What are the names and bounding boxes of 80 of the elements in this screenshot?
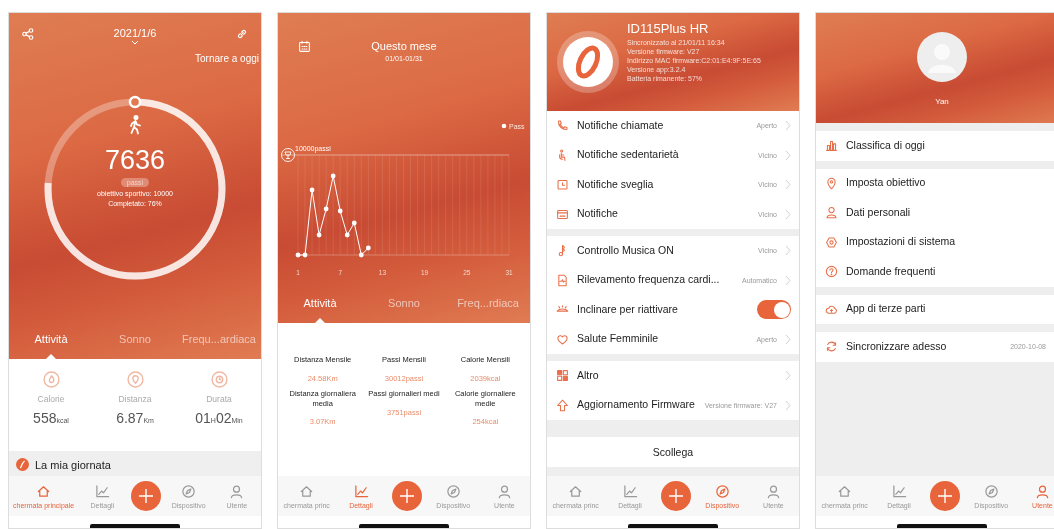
tab[interactable]: Freq...rdiaca xyxy=(446,295,530,323)
setting-label: Inclinare per riattivare xyxy=(577,303,679,316)
logo-icon xyxy=(16,458,29,471)
calendar-icon xyxy=(298,40,311,53)
line-chart-icon xyxy=(891,483,907,499)
home-icon xyxy=(837,483,853,499)
clock-icon xyxy=(210,371,228,388)
alarm-clock-icon xyxy=(556,178,569,192)
up-arrow-icon xyxy=(556,398,569,412)
settings-icon xyxy=(825,235,838,249)
person-icon xyxy=(765,483,781,499)
chevron-right-icon xyxy=(785,274,791,286)
chevron-right-icon xyxy=(785,120,791,132)
sitting-person-icon xyxy=(556,148,569,162)
chevron-right-icon xyxy=(785,245,791,257)
location-pin-icon xyxy=(825,176,838,190)
step-count: 7636 xyxy=(104,147,166,174)
sync-icon xyxy=(825,340,838,354)
line-chart-icon xyxy=(353,483,369,499)
plus-icon xyxy=(136,487,155,505)
heart-rate-icon xyxy=(556,273,569,287)
chevron-down-icon[interactable] xyxy=(131,40,139,45)
plus-icon xyxy=(936,487,955,505)
location-pin-icon xyxy=(126,371,144,388)
add-button[interactable] xyxy=(392,481,423,511)
person-icon xyxy=(496,483,512,499)
tab[interactable]: Attività xyxy=(9,331,93,359)
tab[interactable]: Frequ...ardiaca xyxy=(177,331,261,359)
disconnect-button[interactable]: Scollega xyxy=(547,437,799,467)
chevron-right-icon xyxy=(785,208,791,220)
add-button[interactable] xyxy=(930,481,961,511)
home-icon xyxy=(36,483,52,499)
walking-person-icon xyxy=(127,115,143,135)
avatar-placeholder[interactable] xyxy=(917,32,967,82)
device-name: ID115Plus HR xyxy=(627,21,710,36)
stat-label: Durata xyxy=(206,394,232,404)
compass-icon xyxy=(445,483,461,499)
add-button[interactable] xyxy=(661,481,692,511)
link-icon xyxy=(235,27,249,41)
chevron-right-icon xyxy=(785,333,791,345)
tab[interactable]: Sonno xyxy=(93,331,177,359)
compass-icon xyxy=(983,483,999,499)
grid-icon xyxy=(556,369,569,383)
heart-icon xyxy=(556,332,569,346)
line-chart-icon xyxy=(622,483,638,499)
person-icon xyxy=(825,206,838,220)
stat-label: Distanza xyxy=(118,394,152,404)
back-to-today-link[interactable]: Tornare a oggi xyxy=(195,53,259,64)
home-icon xyxy=(299,483,315,499)
home-icon xyxy=(568,483,584,499)
watch-band-icon xyxy=(557,31,619,93)
tab[interactable]: Sonno xyxy=(362,295,446,323)
stat-label: Calorie xyxy=(37,394,65,404)
bar-chart-icon xyxy=(825,139,838,153)
phone-icon xyxy=(556,119,569,133)
date-label[interactable]: 2021/1/6 xyxy=(113,27,157,39)
line-chart-icon xyxy=(94,483,110,499)
add-button[interactable] xyxy=(130,481,161,511)
tab[interactable]: Attività xyxy=(278,295,362,323)
period-title: Questo mese xyxy=(371,40,437,52)
chevron-right-icon xyxy=(785,399,791,411)
section-title: La mia giornata xyxy=(35,458,111,471)
chevron-right-icon xyxy=(785,370,791,382)
compass-icon xyxy=(181,483,197,499)
help-icon xyxy=(825,265,838,279)
compass-icon xyxy=(714,483,730,499)
person-icon xyxy=(229,483,245,499)
toggle-switch[interactable] xyxy=(757,300,791,320)
plus-icon xyxy=(667,487,686,505)
section-header[interactable]: La mia giornata xyxy=(9,451,261,478)
chevron-right-icon xyxy=(785,149,791,161)
legend-marker xyxy=(501,123,507,129)
flame-icon xyxy=(42,371,60,388)
person-icon xyxy=(1034,483,1050,499)
trophy-icon xyxy=(281,148,295,162)
user-name: Yan xyxy=(935,97,949,106)
share-icon xyxy=(21,27,35,41)
plus-icon xyxy=(398,487,417,505)
message-icon xyxy=(556,207,569,221)
chevron-right-icon xyxy=(785,179,791,191)
